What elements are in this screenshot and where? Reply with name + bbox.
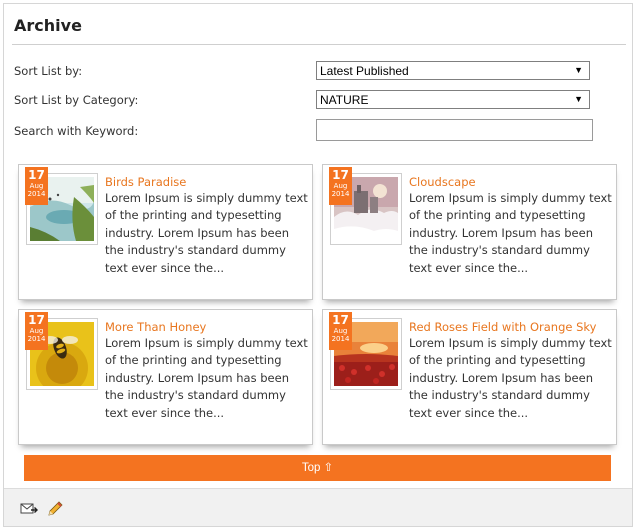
dropdown-arrow-icon: ▼ — [574, 65, 583, 75]
date-month: Aug — [29, 327, 44, 335]
article-excerpt: Lorem Ipsum is simply dummy text of the … — [409, 336, 612, 420]
article-excerpt-wrap: Lorem Ipsum is simply dummy text of the … — [26, 335, 311, 422]
article-title-link[interactable]: Cloudscape — [409, 175, 476, 189]
keyword-input[interactable] — [316, 119, 593, 141]
date-month: Aug — [29, 182, 44, 190]
article-excerpt-wrap: Lorem Ipsum is simply dummy text of the … — [330, 190, 615, 277]
article-excerpt: Lorem Ipsum is simply dummy text of the … — [105, 336, 308, 420]
article-card: 17 Aug 2014 Cloudscape Lorem Ipsum is si… — [322, 164, 617, 300]
article-excerpt: Lorem Ipsum is simply dummy text of the … — [105, 191, 308, 275]
date-day: 17 — [332, 168, 349, 182]
sort-select-value: Latest Published — [320, 64, 409, 78]
article-title-link[interactable]: Red Roses Field with Orange Sky — [409, 320, 596, 334]
date-month: Aug — [333, 327, 348, 335]
pencil-icon[interactable] — [46, 501, 64, 517]
article-title-link[interactable]: More Than Honey — [105, 320, 206, 334]
article-excerpt-wrap: Lorem Ipsum is simply dummy text of the … — [26, 190, 311, 277]
page-title: Archive — [14, 16, 82, 35]
article-excerpt: Lorem Ipsum is simply dummy text of the … — [409, 191, 612, 275]
title-divider — [12, 44, 626, 45]
date-month: Aug — [333, 182, 348, 190]
category-label: Sort List by Category: — [14, 93, 139, 107]
article-title-link[interactable]: Birds Paradise — [105, 175, 186, 189]
top-button[interactable]: Top ⇧ — [24, 455, 611, 481]
date-day: 17 — [28, 168, 45, 182]
article-card: 17 Aug 2014 Red Roses Field with Orange … — [322, 309, 617, 445]
date-day: 17 — [28, 313, 45, 327]
email-icon[interactable] — [20, 501, 38, 517]
footer-toolbar — [4, 488, 632, 526]
date-day: 17 — [332, 313, 349, 327]
dropdown-arrow-icon: ▼ — [574, 94, 583, 104]
sort-select[interactable]: Latest Published ▼ — [316, 61, 590, 80]
article-excerpt-wrap: Lorem Ipsum is simply dummy text of the … — [330, 335, 615, 422]
keyword-label: Search with Keyword: — [14, 124, 139, 138]
article-card: 17 Aug 2014 More Than Honey Lorem Ipsum … — [18, 309, 313, 445]
category-select[interactable]: NATURE ▼ — [316, 90, 590, 109]
article-card: 17 Aug 2014 Birds Paradise Lorem Ipsum i… — [18, 164, 313, 300]
sort-label: Sort List by: — [14, 64, 83, 78]
category-select-value: NATURE — [320, 93, 369, 107]
